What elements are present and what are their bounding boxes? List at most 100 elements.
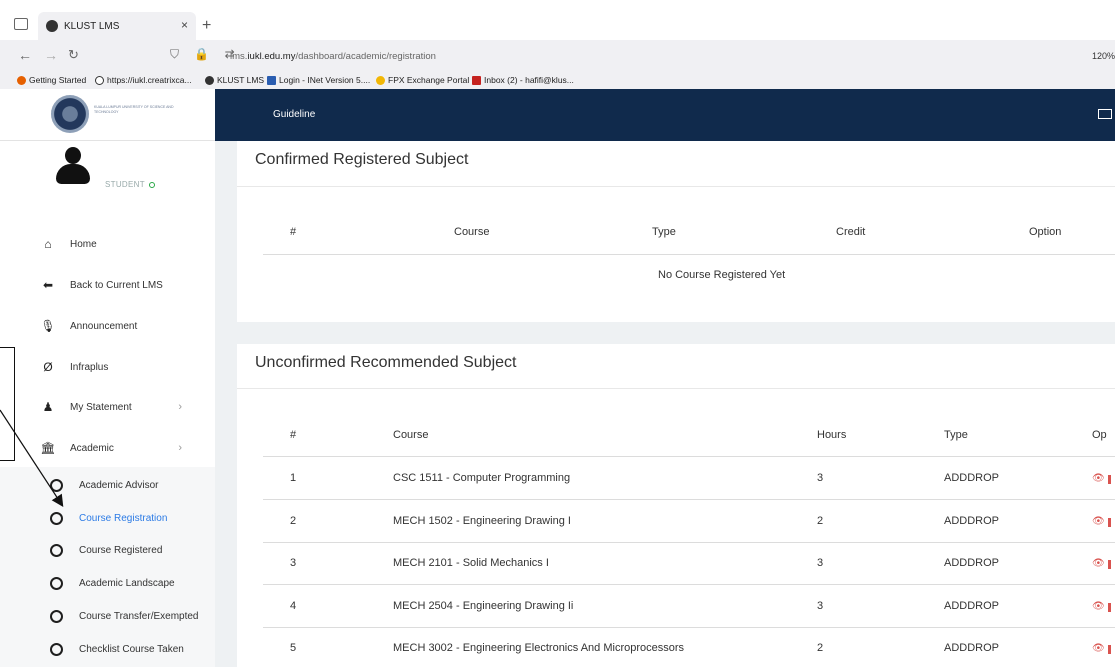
- gmail-icon: [472, 75, 481, 85]
- submenu-course-transfer[interactable]: Course Transfer/Exempted: [50, 608, 199, 624]
- col-header-credit: Credit: [836, 226, 866, 238]
- user-icon: ♟: [42, 400, 54, 414]
- infraplus-icon: Ø: [43, 360, 53, 374]
- circle-icon: [50, 576, 63, 590]
- action-button[interactable]: [1108, 560, 1111, 569]
- row-number: 1: [290, 472, 297, 484]
- user-role: STUDENT: [105, 180, 155, 189]
- avatar: [56, 147, 90, 185]
- view-icon[interactable]: 👁: [1092, 473, 1105, 484]
- address-bar: [0, 40, 1115, 70]
- row-number: 4: [290, 600, 297, 612]
- row-course: MECH 3002 - Engineering Electronics And …: [393, 642, 685, 654]
- bookmark-creatrix[interactable]: https://iukl.creatrixca...: [95, 75, 192, 85]
- bookmarks-bar: Getting Started https://iukl.creatrixca.…: [0, 70, 1115, 89]
- forward-icon[interactable]: →: [44, 47, 58, 63]
- annotation-box: [0, 347, 15, 461]
- bookmark-klust-lms[interactable]: KLUST LMS: [205, 75, 264, 85]
- chevron-right-icon: ›: [178, 442, 182, 454]
- col-header-course: Course: [454, 226, 490, 238]
- klust-favicon-icon: [46, 20, 58, 32]
- university-emblem-icon: [51, 95, 89, 133]
- col-header-option: Op: [1092, 429, 1107, 441]
- inet-icon: [267, 75, 276, 85]
- submenu-academic-advisor[interactable]: Academic Advisor: [50, 477, 158, 493]
- row-type: ADDDROP: [944, 472, 1000, 484]
- sidebar-item-announcement[interactable]: 🎙 Announcement: [40, 316, 190, 336]
- row-number: 5: [290, 642, 297, 654]
- row-hours: 3: [817, 472, 824, 484]
- guideline-link[interactable]: Guideline: [273, 109, 315, 120]
- reload-icon[interactable]: ↻: [68, 47, 79, 63]
- sidebar-item-academic[interactable]: 🏛 Academic ›: [40, 438, 190, 458]
- sidebar-item-infraplus[interactable]: Ø Infraplus: [40, 357, 190, 377]
- confirmed-card-title: Confirmed Registered Subject: [255, 151, 469, 168]
- action-button[interactable]: [1108, 645, 1111, 654]
- sidebar-item-back[interactable]: ⬅ Back to Current LMS: [40, 275, 190, 295]
- col-header-course: Course: [393, 429, 429, 441]
- col-header-type: Type: [944, 429, 968, 441]
- unconfirmed-subject-card: Unconfirmed Recommended Subject # Course…: [237, 344, 1115, 667]
- mail-icon[interactable]: [1098, 109, 1112, 119]
- chevron-right-icon: ›: [178, 401, 182, 413]
- new-tab-icon[interactable]: +: [202, 17, 211, 35]
- circle-icon: [50, 642, 63, 656]
- circle-icon: [50, 543, 63, 557]
- row-hours: 3: [817, 600, 824, 612]
- col-header-option: Option: [1029, 226, 1062, 238]
- submenu-course-registration[interactable]: Course Registration: [50, 510, 167, 526]
- col-header-type: Type: [652, 226, 676, 238]
- circle-icon: [50, 609, 63, 623]
- empty-message: No Course Registered Yet: [658, 269, 786, 281]
- url-field[interactable]: lms.iukl.edu.my/dashboard/academic/regis…: [230, 51, 436, 62]
- university-icon: 🏛: [40, 441, 56, 455]
- unconfirmed-card-title: Unconfirmed Recommended Subject: [255, 354, 517, 371]
- submenu-checklist-course[interactable]: Checklist Course Taken: [50, 641, 184, 657]
- home-icon: ⌂: [44, 237, 52, 251]
- row-hours: 3: [817, 557, 824, 569]
- bookmark-inet-login[interactable]: Login - INet Version 5....: [267, 75, 370, 85]
- fpx-icon: [376, 75, 385, 85]
- back-icon[interactable]: ←: [18, 47, 32, 63]
- action-button[interactable]: [1108, 475, 1111, 484]
- circle-icon: [50, 511, 63, 525]
- view-icon[interactable]: 👁: [1092, 558, 1105, 569]
- bookmark-getting-started[interactable]: Getting Started: [17, 75, 86, 85]
- tab-overview-icon[interactable]: [14, 18, 28, 30]
- row-number: 3: [290, 557, 297, 569]
- row-hours: 2: [817, 515, 824, 527]
- bookmark-fpx[interactable]: FPX Exchange Portal: [376, 75, 469, 85]
- confirmed-subject-card: Confirmed Registered Subject # Course Ty…: [237, 141, 1115, 322]
- bookmark-inbox[interactable]: Inbox (2) - hafifi@klus...: [472, 75, 574, 85]
- sidebar-item-home[interactable]: ⌂ Home: [40, 234, 190, 254]
- sidebar-item-statement[interactable]: ♟ My Statement ›: [40, 397, 190, 417]
- zoom-level[interactable]: 120%: [1092, 51, 1115, 61]
- row-type: ADDDROP: [944, 642, 1000, 654]
- view-icon[interactable]: 👁: [1092, 516, 1105, 527]
- submenu-course-registered[interactable]: Course Registered: [50, 542, 162, 558]
- browser-tab[interactable]: KLUST LMS ×: [38, 12, 196, 40]
- row-type: ADDDROP: [944, 515, 1000, 527]
- row-course: MECH 2101 - Solid Mechanics I: [393, 557, 549, 569]
- view-icon[interactable]: 👁: [1092, 601, 1105, 612]
- row-type: ADDDROP: [944, 557, 1000, 569]
- tab-close-icon[interactable]: ×: [181, 18, 188, 32]
- col-header-number: #: [290, 226, 297, 238]
- action-button[interactable]: [1108, 603, 1111, 612]
- row-number: 2: [290, 515, 297, 527]
- firefox-icon: [17, 75, 26, 85]
- sidebar: KUALA LUMPUR UNIVERSITY OF SCIENCE AND T…: [0, 89, 215, 667]
- browser-tab-bar: KLUST LMS × +: [0, 0, 1115, 40]
- university-logo[interactable]: KUALA LUMPUR UNIVERSITY OF SCIENCE AND T…: [0, 89, 215, 141]
- submenu-academic-landscape[interactable]: Academic Landscape: [50, 575, 175, 591]
- top-navbar: Guideline: [215, 89, 1115, 141]
- view-icon[interactable]: 👁: [1092, 643, 1105, 654]
- tab-title: KLUST LMS: [64, 20, 120, 32]
- row-course: CSC 1511 - Computer Programming: [393, 472, 571, 484]
- col-header-hours: Hours: [817, 429, 847, 441]
- action-button[interactable]: [1108, 518, 1111, 527]
- arrow-left-icon: ⬅: [42, 278, 54, 292]
- university-name: KUALA LUMPUR UNIVERSITY OF SCIENCE AND T…: [94, 105, 174, 114]
- circle-icon: [50, 478, 63, 492]
- row-type: ADDDROP: [944, 600, 1000, 612]
